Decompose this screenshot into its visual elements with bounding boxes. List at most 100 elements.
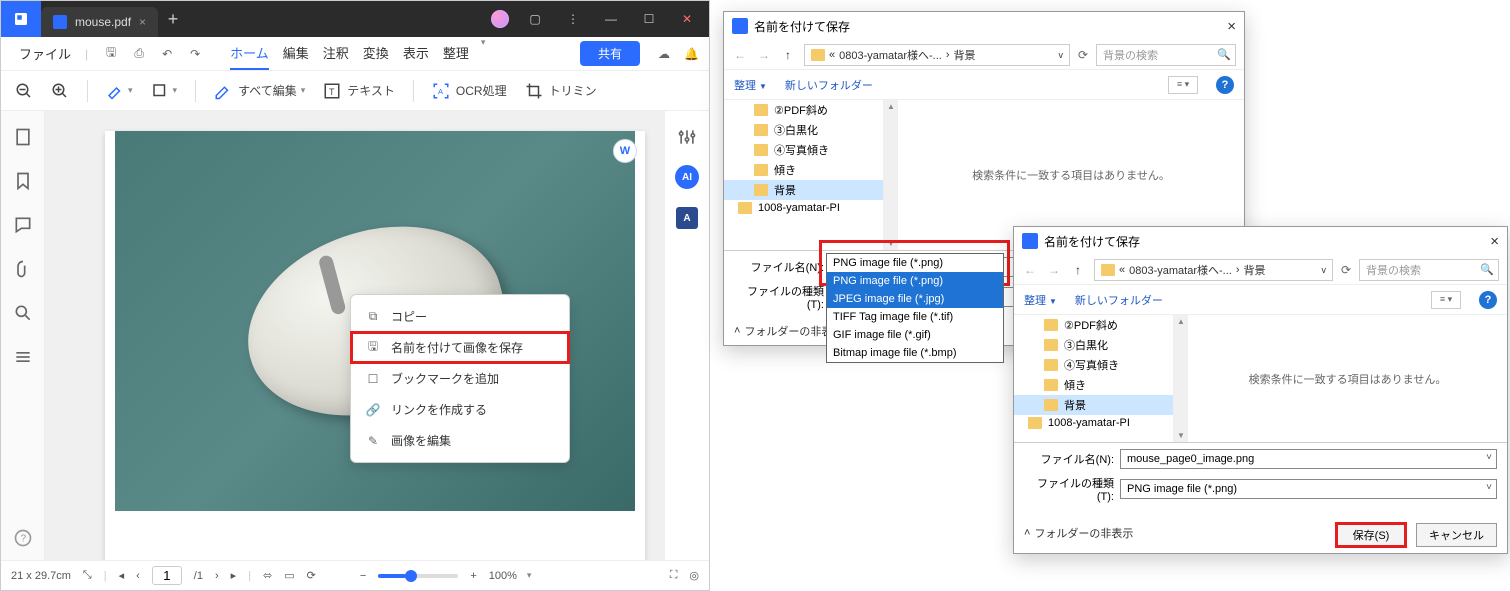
filetype-option[interactable]: PNG image file (*.png) bbox=[827, 254, 1003, 272]
comments-icon[interactable] bbox=[13, 215, 33, 235]
help-icon[interactable]: ? bbox=[1479, 291, 1497, 309]
forward-icon[interactable]: → bbox=[756, 48, 772, 62]
filename-input[interactable]: mouse_page0_image.png˅ bbox=[1120, 449, 1497, 469]
organize-button[interactable]: 整理▼ bbox=[1024, 292, 1057, 308]
trim-button[interactable]: トリミン bbox=[525, 82, 597, 100]
new-folder-button[interactable]: 新しいフォルダー bbox=[1075, 292, 1163, 308]
help-icon[interactable]: ? bbox=[1216, 76, 1234, 94]
tab-home[interactable]: ホーム bbox=[230, 37, 269, 70]
filetype-option[interactable]: JPEG image file (*.jpg) bbox=[827, 290, 1003, 308]
up-icon[interactable]: ↑ bbox=[780, 48, 796, 62]
address-bar[interactable]: « 0803-yamatar様へ-...› 背景 v bbox=[804, 44, 1070, 66]
refresh-icon[interactable]: ⟳ bbox=[1078, 48, 1088, 62]
folder-tree[interactable]: ②PDF斜め ③白黒化 ④写真傾き 傾き 背景 1008-yamatar-PI bbox=[1014, 315, 1174, 442]
ocr-button[interactable]: AOCR処理 bbox=[432, 82, 507, 100]
fullscreen-icon[interactable]: ⛶ bbox=[670, 569, 678, 582]
zoom-out-icon[interactable]: − bbox=[360, 570, 366, 582]
new-tab-button[interactable]: + bbox=[158, 9, 188, 30]
bell-icon[interactable]: 🔔 bbox=[684, 47, 699, 61]
cloud-icon[interactable]: ☁ bbox=[658, 47, 670, 61]
refresh-icon[interactable]: ⟳ bbox=[1341, 263, 1351, 277]
hide-folders-toggle[interactable]: ˄フォルダーの非表示 bbox=[1024, 525, 1133, 541]
tree-scrollbar[interactable]: ▲▼ bbox=[884, 100, 898, 250]
dialog-close-icon[interactable]: × bbox=[1490, 233, 1499, 250]
layers-icon[interactable] bbox=[13, 347, 33, 367]
search-field[interactable]: 背景の検索 🔍 bbox=[1359, 259, 1499, 281]
bookmark-icon[interactable] bbox=[13, 171, 33, 191]
file-menu[interactable]: ファイル bbox=[11, 40, 79, 67]
up-icon[interactable]: ↑ bbox=[1070, 263, 1086, 277]
address-bar[interactable]: « 0803-yamatar様へ-...› 背景 v bbox=[1094, 259, 1333, 281]
ai-badge-icon[interactable]: AI bbox=[675, 165, 699, 189]
cancel-button[interactable]: キャンセル bbox=[1416, 523, 1497, 547]
page-number-input[interactable] bbox=[152, 566, 182, 585]
highlight-tool[interactable]: ▾ bbox=[106, 82, 133, 100]
view-options-button[interactable]: ≡ ▾ bbox=[1168, 76, 1198, 94]
tab-convert[interactable]: 変換 bbox=[363, 37, 389, 70]
text-button[interactable]: Tテキスト bbox=[323, 82, 395, 100]
prev-icon[interactable]: ‹ bbox=[136, 570, 140, 582]
ctx-save-image[interactable]: 🖫名前を付けて画像を保存 bbox=[351, 332, 569, 363]
ctx-copy[interactable]: ⧉コピー bbox=[351, 301, 569, 332]
shape-tool[interactable]: ▾ bbox=[151, 82, 178, 100]
folder-tree[interactable]: ②PDF斜め ③白黒化 ④写真傾き 傾き 背景 1008-yamatar-PI bbox=[724, 100, 884, 250]
fit-page-icon[interactable]: ▭ bbox=[284, 569, 294, 582]
ctx-create-link[interactable]: 🔗リンクを作成する bbox=[351, 394, 569, 425]
save-button[interactable]: 保存(S) bbox=[1336, 523, 1406, 547]
attachment-icon[interactable] bbox=[13, 259, 33, 279]
rotate-icon[interactable]: ⟳ bbox=[307, 569, 316, 582]
minimize-icon[interactable]: — bbox=[599, 7, 623, 31]
reading-mode-icon[interactable]: ◎ bbox=[689, 569, 699, 582]
filetype-option[interactable]: Bitmap image file (*.bmp) bbox=[827, 344, 1003, 362]
zoom-out-button[interactable] bbox=[15, 82, 33, 100]
menu-overflow-icon[interactable]: ▾ bbox=[481, 37, 486, 70]
tree-scrollbar[interactable]: ▲▼ bbox=[1174, 315, 1188, 442]
undo-icon[interactable]: ↶ bbox=[158, 45, 176, 63]
filetype-select[interactable]: PNG image file (*.png)˅ bbox=[1120, 479, 1497, 499]
comment-icon[interactable]: ▢ bbox=[523, 7, 547, 31]
next-page-icon[interactable]: ▸ bbox=[231, 569, 237, 582]
back-icon[interactable]: ← bbox=[1022, 263, 1038, 277]
search-field[interactable]: 背景の検索 🔍 bbox=[1096, 44, 1236, 66]
share-button[interactable]: 共有 bbox=[580, 41, 640, 66]
document-canvas[interactable]: W ⧉コピー 🖫名前を付けて画像を保存 ☐ブックマークを追加 🔗リンクを作成する… bbox=[45, 111, 665, 560]
dialog-title-bar[interactable]: 名前を付けて保存 × bbox=[724, 12, 1244, 40]
tab-annotate[interactable]: 注釈 bbox=[323, 37, 349, 70]
print-icon[interactable]: ⎙ bbox=[130, 45, 148, 63]
filetype-option[interactable]: GIF image file (*.gif) bbox=[827, 326, 1003, 344]
maximize-icon[interactable]: ☐ bbox=[637, 7, 661, 31]
tab-view[interactable]: 表示 bbox=[403, 37, 429, 70]
save-icon[interactable]: 🖫 bbox=[102, 45, 120, 63]
prev-page-icon[interactable]: ◂ bbox=[119, 569, 125, 582]
zoom-slider[interactable] bbox=[378, 574, 458, 578]
user-avatar-icon[interactable] bbox=[491, 10, 509, 28]
close-icon[interactable]: ✕ bbox=[675, 7, 699, 31]
view-options-button[interactable]: ≡ ▾ bbox=[1431, 291, 1461, 309]
dialog-title-bar[interactable]: 名前を付けて保存 × bbox=[1014, 227, 1507, 255]
new-folder-button[interactable]: 新しいフォルダー bbox=[785, 77, 873, 93]
dialog-close-icon[interactable]: × bbox=[1227, 18, 1236, 35]
zoom-in-button[interactable] bbox=[51, 82, 69, 100]
search-icon[interactable] bbox=[13, 303, 33, 323]
help-icon[interactable]: ? bbox=[13, 528, 33, 548]
more-icon[interactable]: ⋮ bbox=[561, 7, 585, 31]
tab-organize[interactable]: 整理 bbox=[443, 37, 469, 70]
thumbnails-icon[interactable] bbox=[13, 127, 33, 147]
back-icon[interactable]: ← bbox=[732, 48, 748, 62]
forward-icon[interactable]: → bbox=[1046, 263, 1062, 277]
organize-button[interactable]: 整理▼ bbox=[734, 77, 767, 93]
tab-edit[interactable]: 編集 bbox=[283, 37, 309, 70]
filetype-option-selected[interactable]: PNG image file (*.png) bbox=[827, 272, 1003, 290]
document-tab[interactable]: mouse.pdf × bbox=[41, 7, 158, 37]
redo-icon[interactable]: ↷ bbox=[186, 45, 204, 63]
ctx-add-bookmark[interactable]: ☐ブックマークを追加 bbox=[351, 363, 569, 394]
filetype-option[interactable]: TIFF Tag image file (*.tif) bbox=[827, 308, 1003, 326]
next-icon[interactable]: › bbox=[215, 570, 219, 582]
edit-all-button[interactable]: すべて編集▾ bbox=[214, 82, 305, 100]
tab-close-icon[interactable]: × bbox=[139, 15, 146, 29]
zoom-in-icon[interactable]: + bbox=[470, 570, 476, 582]
word-badge-icon[interactable]: W bbox=[613, 139, 637, 163]
azure-badge-icon[interactable]: A bbox=[676, 207, 698, 229]
fit-width-icon[interactable]: ⬄ bbox=[263, 569, 272, 582]
settings-sliders-icon[interactable] bbox=[677, 127, 697, 147]
